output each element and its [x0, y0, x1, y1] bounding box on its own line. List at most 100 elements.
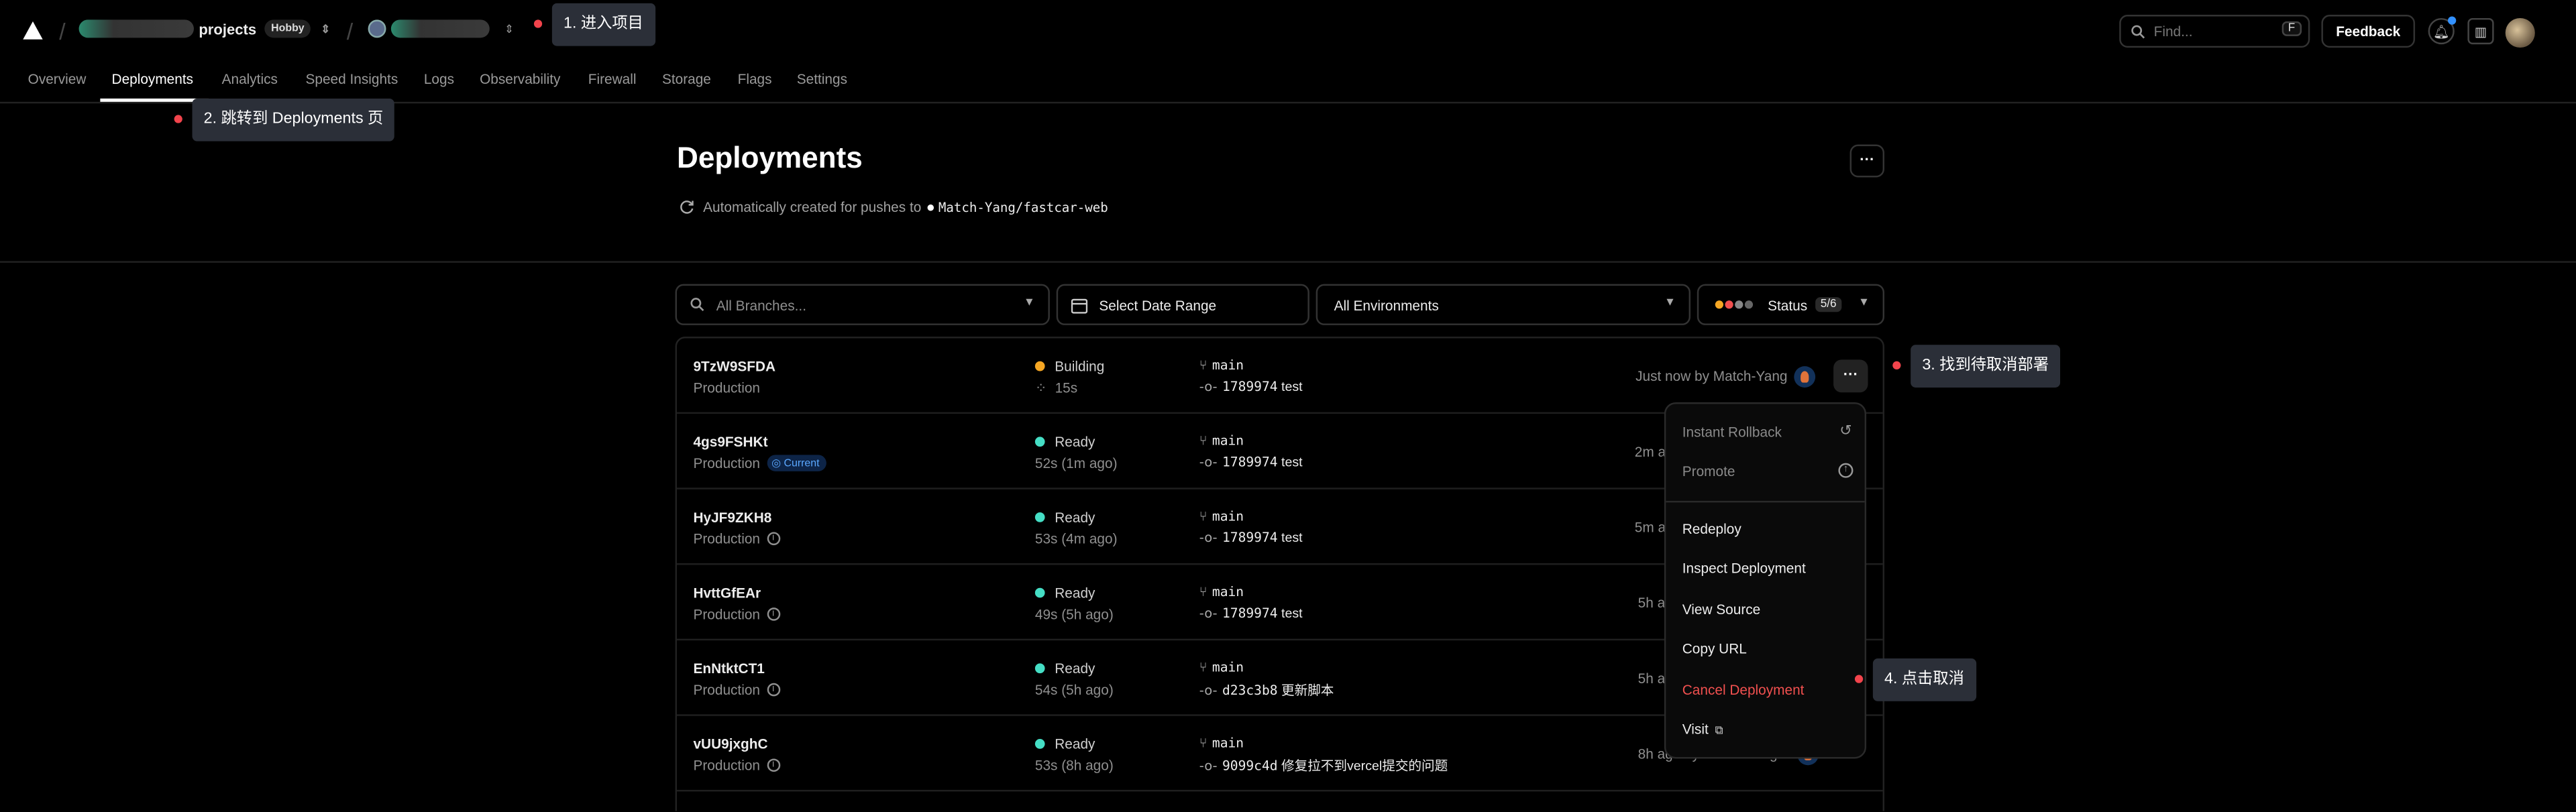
- annotation-step-4: 4. 点击取消: [1872, 658, 1976, 701]
- project-switcher[interactable]: ⇕: [368, 19, 514, 38]
- branch-filter[interactable]: All Branches... ▼: [675, 284, 1050, 325]
- tab-speed-insights[interactable]: Speed Insights: [306, 70, 398, 86]
- tab-overview[interactable]: Overview: [28, 70, 87, 86]
- top-bar: / projects Hobby ⇕ / ⇕ Find... F Feedbac…: [0, 0, 2576, 62]
- menu-redeploy[interactable]: Redeploy: [1682, 520, 1854, 536]
- annotation-step-2: 2. 跳转到 Deployments 页: [192, 98, 395, 141]
- deployment-branch[interactable]: ⑂ main: [1199, 509, 1244, 524]
- auto-deploy-text: Automatically created for pushes to: [703, 198, 922, 215]
- deployment-status: Building: [1034, 357, 1105, 375]
- chevron-updown-icon[interactable]: ⇕: [504, 22, 514, 36]
- deployment-branch[interactable]: ⑂ main: [1199, 434, 1244, 449]
- environment-filter[interactable]: All Environments ▼: [1316, 284, 1691, 325]
- annotation-dot: [1854, 675, 1864, 683]
- git-branch-icon: ⑂: [1199, 584, 1208, 599]
- commit-message: test: [1281, 530, 1303, 546]
- git-branch-icon: ⑂: [1199, 433, 1208, 449]
- chevron-down-icon: ▼: [1858, 297, 1870, 309]
- date-range-filter[interactable]: Select Date Range: [1056, 284, 1309, 325]
- git-branch-icon: ⑂: [1199, 509, 1208, 524]
- project-avatar: [368, 19, 386, 38]
- tab-flags[interactable]: Flags: [738, 70, 772, 86]
- menu-view-source[interactable]: View Source: [1682, 601, 1854, 617]
- deployment-id[interactable]: EnNtktCT1: [693, 660, 764, 676]
- deployment-branch[interactable]: ⑂ main: [1199, 660, 1244, 675]
- repo-link[interactable]: Match-Yang/fastcar-web: [938, 200, 1108, 215]
- deployment-id[interactable]: HvttGfEAr: [693, 585, 761, 601]
- deployment-branch[interactable]: ⑂ main: [1199, 585, 1244, 599]
- deployment-branch[interactable]: ⑂ main: [1199, 358, 1244, 373]
- deployment-status: Ready: [1034, 434, 1095, 450]
- tab-observability[interactable]: Observability: [480, 70, 560, 86]
- status-text: Building: [1055, 357, 1105, 375]
- commit-hash: 1789974: [1222, 605, 1278, 621]
- menu-promote[interactable]: Promote ↑: [1682, 463, 1854, 479]
- current-icon: ◎: [771, 458, 784, 470]
- branch-name: main: [1212, 584, 1244, 599]
- git-branch-icon: ⑂: [1199, 736, 1208, 751]
- info-icon[interactable]: i: [766, 532, 780, 546]
- branch-name: main: [1212, 433, 1244, 449]
- deployment-meta: 5h a: [1638, 594, 1666, 612]
- deployment-commit[interactable]: -o- 1789974 test: [1199, 530, 1303, 545]
- info-icon[interactable]: i: [766, 683, 780, 697]
- deployment-id[interactable]: vUU9jxghC: [693, 736, 767, 752]
- status-filter[interactable]: Status 5/6 ▼: [1697, 284, 1885, 325]
- breadcrumb-slash: /: [346, 17, 354, 45]
- deployment-id[interactable]: 4gs9FSHKt: [693, 434, 767, 450]
- deployment-commit[interactable]: -o- 1789974 test: [1199, 455, 1303, 469]
- deployment-commit[interactable]: -o- 1789974 test: [1199, 606, 1303, 621]
- vercel-logo-icon[interactable]: [23, 21, 43, 40]
- author-avatar: [1794, 366, 1816, 388]
- feedback-button[interactable]: Feedback: [2321, 15, 2416, 48]
- deployment-id[interactable]: 9TzW9SFDA: [693, 358, 775, 374]
- tab-settings[interactable]: Settings: [797, 70, 847, 86]
- status-dot: [1034, 663, 1045, 674]
- menu-inspect-deployment[interactable]: Inspect Deployment: [1682, 560, 1854, 576]
- tab-analytics[interactable]: Analytics: [222, 70, 278, 86]
- tab-firewall[interactable]: Firewall: [588, 70, 637, 86]
- menu-instant-rollback-label: Instant Rollback: [1682, 423, 1782, 441]
- menu-visit[interactable]: Visit ⧉: [1682, 721, 1854, 739]
- deployment-commit[interactable]: -o- 9099c4d 修复拉不到vercel提交的问题: [1199, 757, 1448, 775]
- notification-dot: [2448, 16, 2457, 25]
- menu-divider: [1666, 500, 1865, 503]
- menu-visit-label: Visit: [1682, 721, 1709, 738]
- tab-storage[interactable]: Storage: [662, 70, 711, 86]
- deployment-status: Ready: [1034, 509, 1095, 526]
- docs-book-icon[interactable]: ▥: [2467, 17, 2494, 45]
- info-icon[interactable]: i: [766, 607, 780, 621]
- deployment-branch[interactable]: ⑂ main: [1199, 736, 1244, 750]
- current-badge: ◎ Current: [766, 455, 826, 471]
- info-icon[interactable]: i: [766, 758, 780, 772]
- github-icon: ●: [926, 198, 935, 215]
- page-title: Deployments: [676, 141, 863, 174]
- env-label: Production: [693, 756, 761, 774]
- branch-name: main: [1212, 357, 1244, 373]
- team-switcher[interactable]: projects Hobby ⇕: [78, 19, 331, 38]
- chevron-updown-icon[interactable]: ⇕: [321, 22, 330, 36]
- deployment-id[interactable]: HyJF9ZKH8: [693, 509, 771, 525]
- find-input[interactable]: Find... F: [2119, 15, 2310, 48]
- deployment-commit[interactable]: -o- 1789974 test: [1199, 380, 1303, 394]
- page-more-button[interactable]: ···: [1849, 144, 1885, 178]
- duration-text: 15s: [1055, 379, 1078, 396]
- team-name: projects: [199, 20, 257, 38]
- tab-deployments[interactable]: Deployments: [112, 70, 193, 86]
- project-name: [390, 19, 490, 38]
- search-icon: [2131, 24, 2145, 38]
- tab-logs[interactable]: Logs: [424, 70, 454, 86]
- deployment-env: Production: [693, 380, 760, 396]
- menu-copy-url[interactable]: Copy URL: [1682, 640, 1854, 656]
- deployment-commit[interactable]: -o-d23c3b8 更新脚本: [1199, 681, 1334, 699]
- duration-text: 53s (8h ago): [1034, 756, 1114, 774]
- row-more-button[interactable]: ···: [1833, 359, 1868, 393]
- menu-cancel-deployment[interactable]: Cancel Deployment: [1682, 681, 1854, 697]
- menu-instant-rollback[interactable]: Instant Rollback ↺: [1682, 423, 1854, 441]
- user-avatar[interactable]: [2505, 17, 2535, 48]
- deployment-meta: 2m a: [1634, 443, 1666, 460]
- git-branch-icon: ⑂: [1199, 357, 1208, 373]
- deployment-env: Production i: [693, 530, 780, 547]
- duration-text: 54s (5h ago): [1034, 681, 1114, 698]
- find-shortcut: F: [2281, 21, 2302, 36]
